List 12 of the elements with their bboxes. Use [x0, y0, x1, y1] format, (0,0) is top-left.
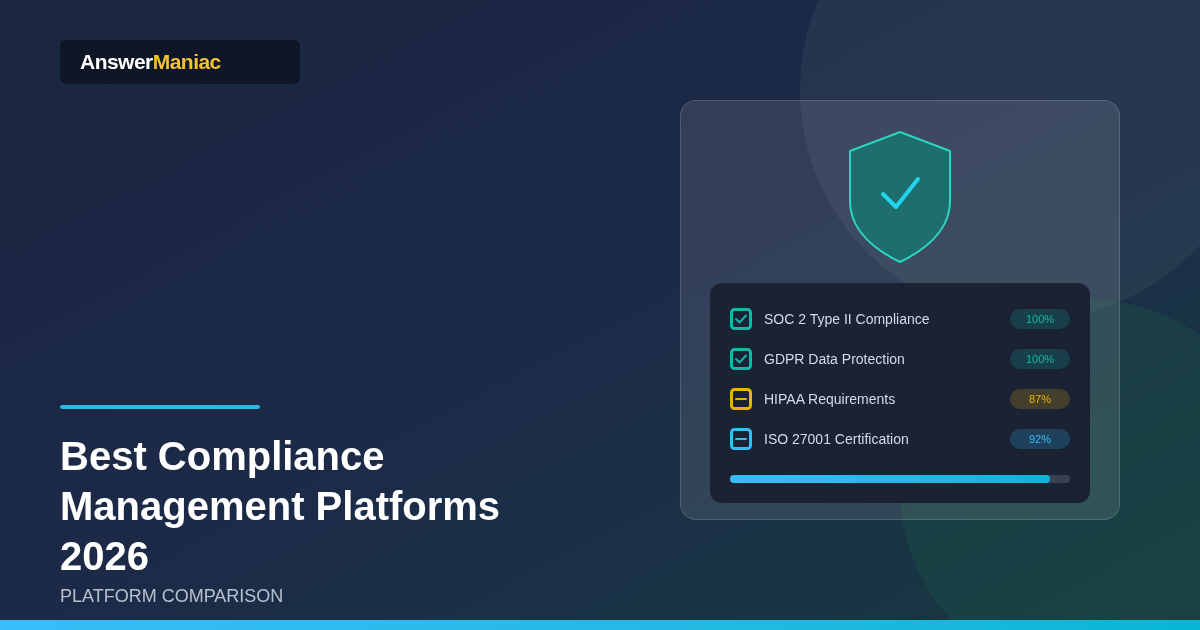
- percent-pill: 100%: [1010, 309, 1070, 329]
- shield-check-icon: [849, 131, 951, 263]
- checklist-label: HIPAA Requirements: [764, 389, 897, 409]
- percent-pill: 92%: [1010, 429, 1070, 449]
- checklist-label: SOC 2 Type II Compliance: [764, 309, 931, 329]
- logo-text: AnswerManiac: [80, 49, 221, 76]
- page-title: Best Compliance Management Platforms 2026: [60, 433, 502, 580]
- checklist-label: GDPR Data Protection: [764, 349, 906, 369]
- percent-pill: 100%: [1010, 349, 1070, 369]
- checklist-label: ISO 27001 Certification: [764, 429, 910, 449]
- percent-pill: 87%: [1010, 389, 1070, 409]
- subtitle: PLATFORM COMPARISON: [60, 585, 285, 608]
